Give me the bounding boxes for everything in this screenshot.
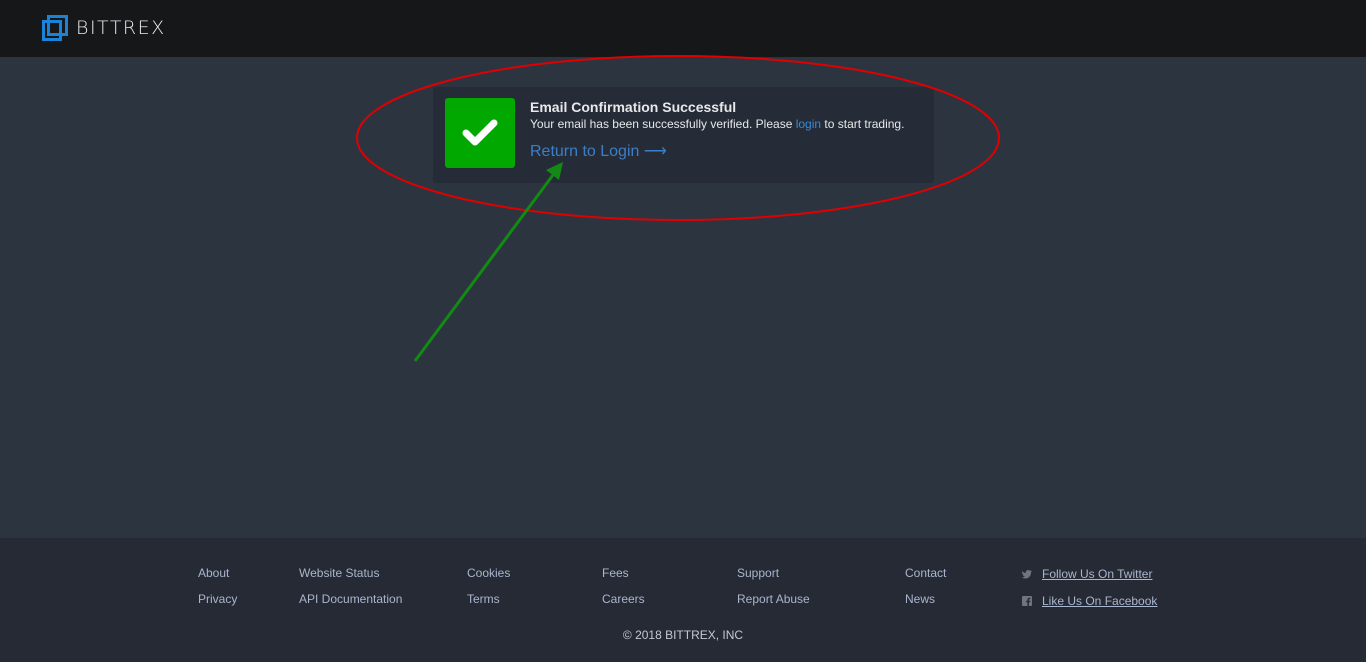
return-to-login-link[interactable]: Return to Login ⟶ [530, 141, 667, 161]
footer-link-privacy[interactable]: Privacy [198, 592, 237, 606]
top-navbar: BITTREX [0, 0, 1366, 57]
message-suffix: to start trading. [821, 117, 905, 131]
footer-link-twitter[interactable]: Follow Us On Twitter [1022, 567, 1152, 581]
footer-link-fees[interactable]: Fees [602, 566, 629, 580]
footer-link-contact[interactable]: Contact [905, 566, 946, 580]
facebook-icon [1022, 596, 1032, 606]
footer-link-careers[interactable]: Careers [602, 592, 645, 606]
footer-link-about[interactable]: About [198, 566, 229, 580]
confirmation-title: Email Confirmation Successful [530, 99, 737, 115]
footer-link-api-documentation[interactable]: API Documentation [299, 592, 402, 606]
bittrex-logo-icon [42, 15, 68, 41]
message-prefix: Your email has been successfully verifie… [530, 117, 796, 131]
footer-link-website-status[interactable]: Website Status [299, 566, 379, 580]
copyright: © 2018 BITTREX, INC [622, 628, 744, 642]
arrow-right-icon: ⟶ [643, 143, 667, 160]
twitter-icon [1022, 569, 1032, 579]
footer-link-report-abuse[interactable]: Report Abuse [737, 592, 810, 606]
success-badge [445, 98, 515, 168]
footer-link-terms[interactable]: Terms [467, 592, 500, 606]
footer: About Privacy Website Status API Documen… [0, 538, 1366, 662]
return-to-login-label: Return to Login [530, 143, 640, 160]
confirmation-message: Your email has been successfully verifie… [530, 117, 904, 131]
facebook-label: Like Us On Facebook [1042, 594, 1158, 608]
login-inline-link[interactable]: login [796, 117, 821, 131]
footer-link-support[interactable]: Support [737, 566, 779, 580]
brand-name: BITTREX [76, 17, 166, 39]
twitter-label: Follow Us On Twitter [1042, 567, 1153, 581]
footer-link-news[interactable]: News [905, 592, 935, 606]
footer-link-facebook[interactable]: Like Us On Facebook [1022, 594, 1157, 608]
checkmark-icon [462, 119, 498, 146]
brand-logo[interactable]: BITTREX [42, 15, 166, 41]
footer-link-cookies[interactable]: Cookies [467, 566, 510, 580]
